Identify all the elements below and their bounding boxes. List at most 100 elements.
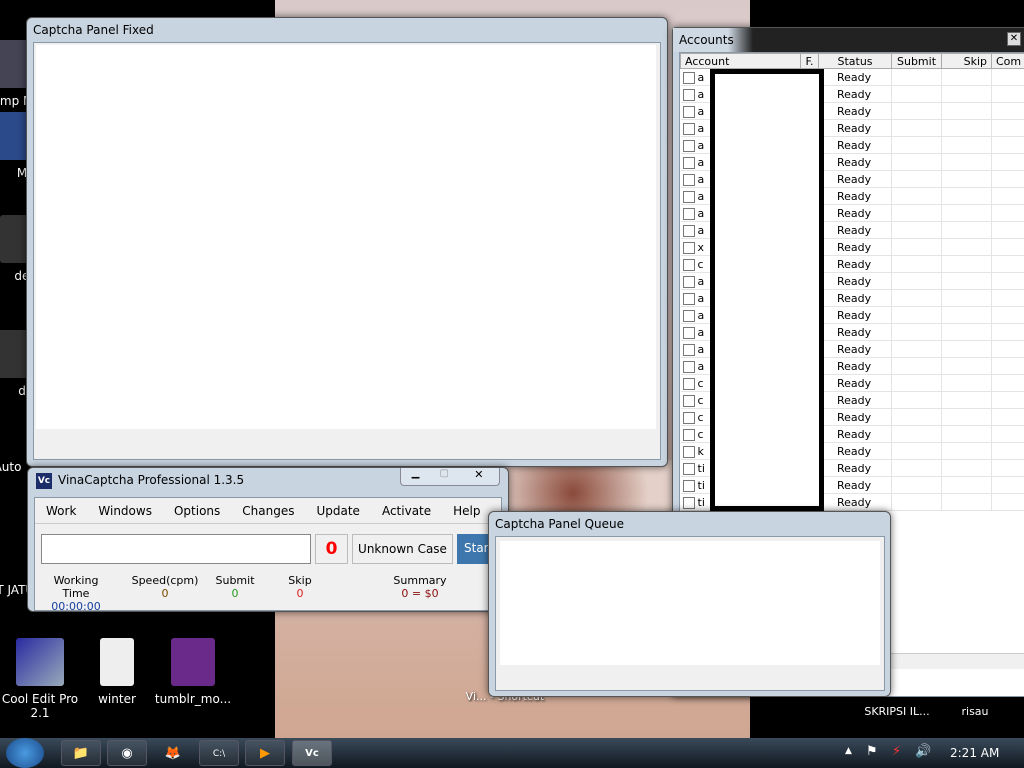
row-checkbox[interactable] xyxy=(682,394,695,407)
submit-cell xyxy=(891,391,942,409)
firefox-icon[interactable]: 🦊 xyxy=(153,740,193,766)
desktop-icon-label: Auto xyxy=(0,460,22,474)
skip-cell xyxy=(941,306,992,324)
row-checkbox[interactable] xyxy=(682,258,695,271)
row-checkbox[interactable] xyxy=(682,241,695,254)
column-header-skip[interactable]: Skip xyxy=(941,53,992,69)
row-checkbox[interactable] xyxy=(682,224,695,237)
show-hidden-icons[interactable]: ▲ xyxy=(845,746,852,756)
unknown-case-button[interactable]: Unknown Case xyxy=(352,534,453,564)
menu-windows[interactable]: Windows xyxy=(87,504,163,518)
submit-cell xyxy=(891,476,942,494)
power-icon[interactable]: ⚡ xyxy=(892,744,901,759)
com-cell xyxy=(991,340,1024,358)
submit-cell xyxy=(891,136,942,154)
com-cell xyxy=(991,170,1024,188)
account-name: c xyxy=(697,257,704,271)
row-checkbox[interactable] xyxy=(682,173,695,186)
maximize-button[interactable]: ▢ xyxy=(430,468,459,485)
row-checkbox[interactable] xyxy=(682,122,695,135)
row-checkbox[interactable] xyxy=(682,105,695,118)
submit-cell xyxy=(891,306,942,324)
row-checkbox[interactable] xyxy=(682,207,695,220)
row-checkbox[interactable] xyxy=(682,139,695,152)
row-checkbox[interactable] xyxy=(682,326,695,339)
row-checkbox[interactable] xyxy=(682,479,695,492)
submit-cell xyxy=(891,408,942,426)
column-header-submit[interactable]: Submit xyxy=(891,53,942,69)
column-header-status[interactable]: Status xyxy=(818,53,892,69)
status-cell: Ready xyxy=(818,102,892,120)
desktop-icon-tumblr[interactable]: tumblr_mo... xyxy=(153,638,233,706)
menu-changes[interactable]: Changes xyxy=(231,504,305,518)
cmd-icon[interactable]: C:\ xyxy=(199,740,239,766)
row-checkbox[interactable] xyxy=(682,88,695,101)
row-checkbox[interactable] xyxy=(682,411,695,424)
menu-work[interactable]: Work xyxy=(35,504,87,518)
column-header-account[interactable]: Account xyxy=(680,53,801,69)
row-checkbox[interactable] xyxy=(682,462,695,475)
desktop-icon-skripsi[interactable]: SKRIPSI IL... xyxy=(857,705,937,718)
com-cell xyxy=(991,204,1024,222)
media-player-icon[interactable]: ▶ xyxy=(245,740,285,766)
account-name: a xyxy=(697,70,705,84)
menu-help[interactable]: Help xyxy=(442,504,491,518)
menu-activate[interactable]: Activate xyxy=(371,504,442,518)
status-cell: Ready xyxy=(818,289,892,307)
account-name: a xyxy=(697,291,705,305)
com-cell xyxy=(991,323,1024,341)
chrome-icon[interactable]: ◉ xyxy=(107,740,147,766)
account-name: a xyxy=(697,121,705,135)
close-icon[interactable]: ✕ xyxy=(1007,32,1021,46)
skip-cell xyxy=(941,255,992,273)
account-name: a xyxy=(697,104,705,118)
column-header-com[interactable]: Com xyxy=(991,53,1024,69)
status-cell: Ready xyxy=(818,85,892,103)
row-checkbox[interactable] xyxy=(682,156,695,169)
text-file-icon xyxy=(100,638,134,686)
skip-cell xyxy=(941,221,992,239)
volume-icon[interactable]: 🔊 xyxy=(915,744,931,759)
submit-cell xyxy=(891,68,942,86)
minimize-button[interactable]: ▁ xyxy=(401,468,430,485)
submit-cell xyxy=(891,204,942,222)
row-checkbox[interactable] xyxy=(682,360,695,373)
row-checkbox[interactable] xyxy=(682,292,695,305)
stat-label: Working Time xyxy=(53,574,99,600)
row-checkbox[interactable] xyxy=(682,377,695,390)
row-checkbox[interactable] xyxy=(682,445,695,458)
skip-cell xyxy=(941,136,992,154)
stat-value: 0 = $0 xyxy=(401,587,439,600)
row-checkbox[interactable] xyxy=(682,309,695,322)
stat-skip: Skip 0 xyxy=(275,574,325,600)
vinacaptcha-logo: Vc xyxy=(36,473,52,489)
clock[interactable]: 2:21 AM xyxy=(950,746,999,760)
action-center-flag-icon[interactable]: ⚑ xyxy=(866,744,878,759)
captcha-answer-input[interactable] xyxy=(41,534,311,564)
explorer-icon[interactable]: 📁 xyxy=(61,740,101,766)
row-checkbox[interactable] xyxy=(682,496,695,509)
row-checkbox[interactable] xyxy=(682,190,695,203)
skip-cell xyxy=(941,102,992,120)
status-cell: Ready xyxy=(818,340,892,358)
start-menu-button[interactable] xyxy=(6,738,44,768)
row-checkbox[interactable] xyxy=(682,71,695,84)
submit-cell xyxy=(891,459,942,477)
com-cell xyxy=(991,442,1024,460)
close-button[interactable]: ✕ xyxy=(459,468,499,485)
desktop-icon-cool-edit[interactable]: Cool Edit Pro 2.1 xyxy=(0,638,80,720)
column-header-f[interactable]: F. xyxy=(800,53,819,69)
row-checkbox[interactable] xyxy=(682,275,695,288)
row-checkbox[interactable] xyxy=(682,343,695,356)
row-checkbox[interactable] xyxy=(682,428,695,441)
com-cell xyxy=(991,153,1024,171)
menu-update[interactable]: Update xyxy=(305,504,370,518)
desktop-icon-winter[interactable]: winter xyxy=(77,638,157,706)
com-cell xyxy=(991,425,1024,443)
skip-cell xyxy=(941,408,992,426)
vinacaptcha-icon[interactable]: Vc xyxy=(292,740,332,766)
account-name: a xyxy=(697,342,705,356)
desktop-icon-risau[interactable]: risau xyxy=(935,705,1015,718)
skip-cell xyxy=(941,85,992,103)
menu-options[interactable]: Options xyxy=(163,504,231,518)
